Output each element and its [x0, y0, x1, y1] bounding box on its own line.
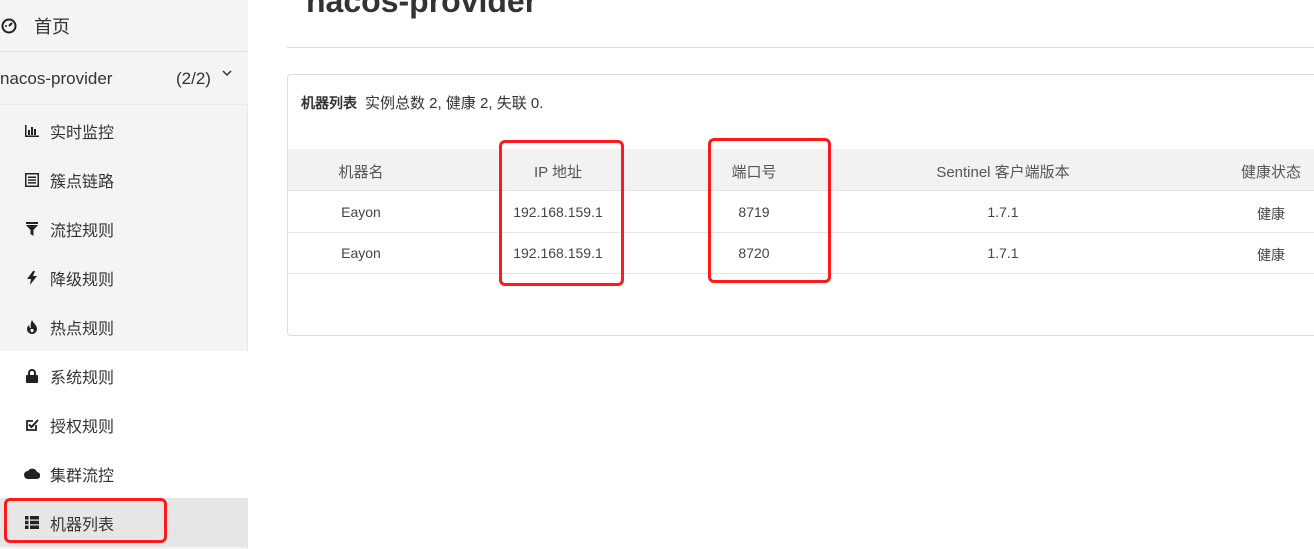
cell-sentinel-version: 1.7.1	[987, 245, 1019, 261]
cell-sentinel-version: 1.7.1	[987, 204, 1019, 220]
sidebar-item-hotspot-rules[interactable]: 热点规则	[0, 302, 248, 351]
cell-port: 8720	[738, 245, 770, 261]
chevron-down-icon	[222, 66, 232, 80]
sidebar-item-label: 流控规则	[50, 222, 115, 240]
cell-health: 健康	[1257, 206, 1285, 222]
column-header-health: 健康状态	[1240, 164, 1302, 181]
app-instance-count: (2/2)	[176, 68, 211, 88]
cell-ip: 192.168.159.1	[513, 204, 603, 220]
instance-summary: 实例总数 2, 健康 2, 失联 0.	[365, 95, 544, 112]
bar-chart-icon	[24, 123, 40, 139]
sidebar-item-realtime-monitor[interactable]: 实时监控	[0, 106, 248, 155]
sidebar-item-label: 首页	[34, 16, 70, 37]
cloud-icon	[24, 466, 40, 482]
panel-title: 机器列表	[301, 95, 357, 111]
sidebar-item-cluster-flow[interactable]: 集群流控	[0, 449, 248, 498]
sidebar-item-flow-rules[interactable]: 流控规则	[0, 204, 248, 253]
check-square-icon	[24, 417, 40, 433]
machine-list-panel: 机器列表 实例总数 2, 健康 2, 失联 0. 机器名 IP 地址 端口号 Se…	[287, 74, 1314, 336]
lock-icon	[24, 368, 40, 384]
page-title: nacos-provider	[306, 0, 538, 19]
dashboard-icon	[0, 17, 18, 35]
sidebar-item-label: 集群流控	[50, 467, 115, 485]
sidebar-item-label: 簇点链路	[50, 173, 115, 191]
sidebar-app-nacos-provider[interactable]: nacos-provider (2/2)	[0, 53, 248, 105]
cell-port: 8719	[738, 204, 770, 220]
sidebar-item-home[interactable]: 首页	[0, 0, 248, 52]
sidebar-item-label: 实时监控	[50, 124, 115, 142]
app-name: nacos-provider	[0, 68, 113, 88]
flash-icon	[24, 270, 40, 286]
sidebar-item-machine-list[interactable]: 机器列表	[0, 498, 248, 547]
filter-icon	[24, 221, 40, 237]
sidebar-item-system-rules[interactable]: 系统规则	[0, 351, 248, 400]
sidebar-item-auth-rules[interactable]: 授权规则	[0, 400, 248, 449]
table-row: Eayon 192.168.159.1 8719 1.7.1 健康	[288, 192, 1314, 233]
sidebar-item-label: 热点规则	[50, 320, 115, 338]
title-divider	[287, 47, 1314, 48]
table-header: 机器名 IP 地址 端口号 Sentinel 客户端版本 健康状态	[288, 149, 1314, 191]
sidebar: 首页 nacos-provider (2/2) 实时监控 簇点链路 流控规则 降…	[0, 0, 248, 549]
sidebar-item-label: 降级规则	[50, 271, 115, 289]
cell-health: 健康	[1257, 247, 1285, 263]
column-header-sentinel-version: Sentinel 客户端版本	[936, 164, 1070, 181]
sidebar-item-label: 授权规则	[50, 418, 115, 436]
sidebar-item-label: 机器列表	[50, 516, 115, 534]
cell-machine-name: Eayon	[341, 204, 381, 220]
th-list-icon	[24, 515, 40, 531]
table-row: Eayon 192.168.159.1 8720 1.7.1 健康	[288, 233, 1314, 274]
list-alt-icon	[24, 172, 40, 188]
cell-machine-name: Eayon	[341, 245, 381, 261]
column-header-ip: IP 地址	[533, 164, 583, 181]
column-header-machine-name: 机器名	[338, 164, 384, 181]
sidebar-item-label: 系统规则	[50, 369, 115, 387]
sidebar-item-degrade-rules[interactable]: 降级规则	[0, 253, 248, 302]
panel-heading: 机器列表 实例总数 2, 健康 2, 失联 0.	[301, 92, 543, 113]
column-header-port: 端口号	[731, 164, 777, 181]
fire-icon	[24, 319, 40, 335]
cell-ip: 192.168.159.1	[513, 245, 603, 261]
sidebar-item-cluster-link[interactable]: 簇点链路	[0, 155, 248, 204]
